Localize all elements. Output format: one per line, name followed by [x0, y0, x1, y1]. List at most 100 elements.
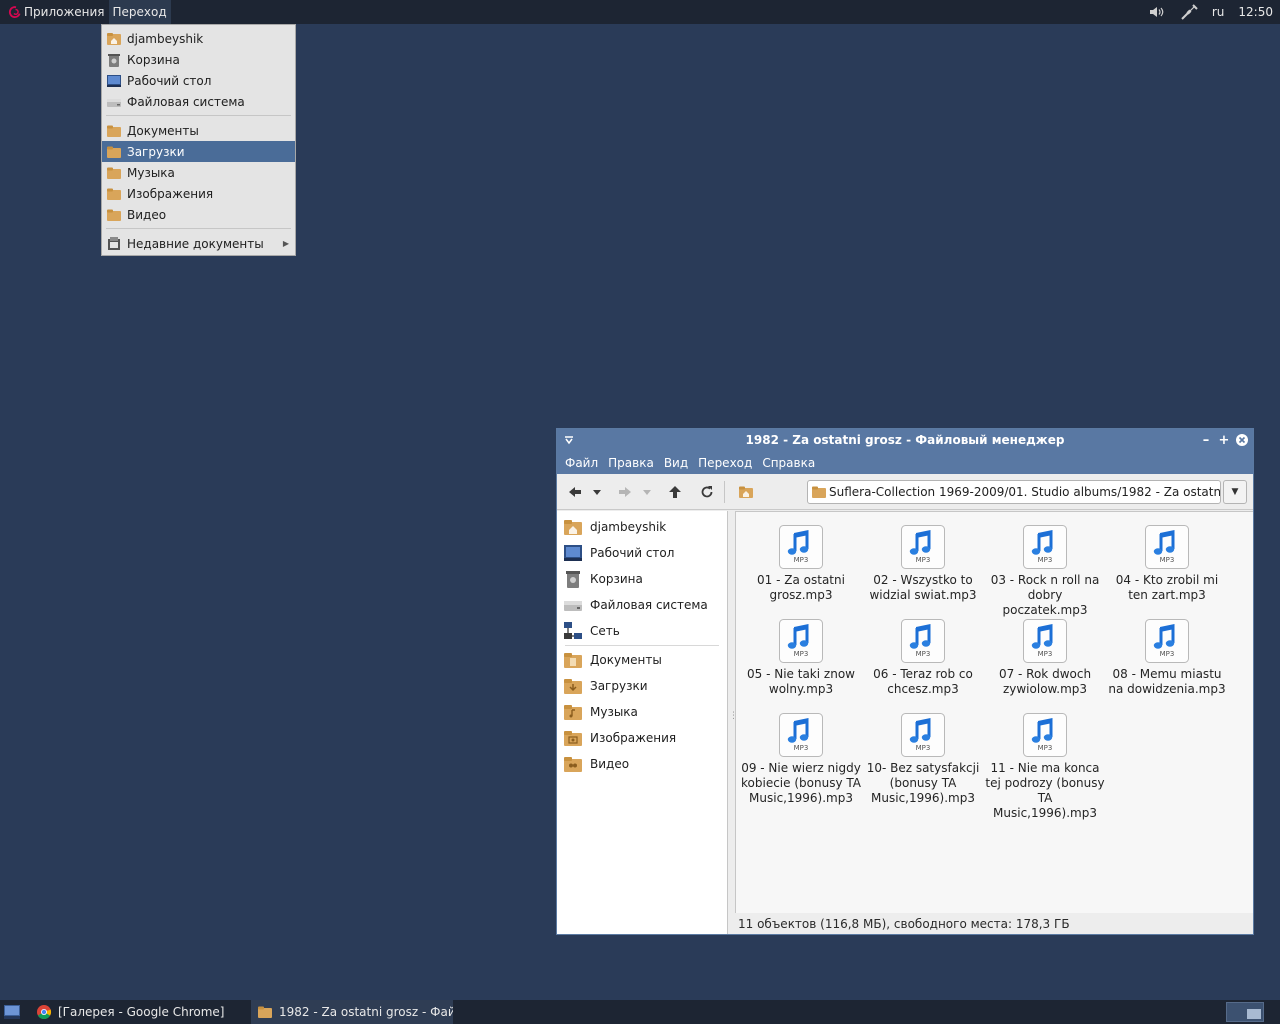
file-item[interactable]: MP3 03 - Rock n roll na dobry poczatek.mp…	[984, 524, 1106, 618]
window-titlebar[interactable]: 1982 - Za ostatni grosz - Файловый менед…	[557, 429, 1253, 451]
places-item-label: Недавние документы	[127, 236, 264, 251]
chevron-down-icon	[593, 489, 601, 495]
menu-go[interactable]: Переход	[693, 456, 757, 470]
places-item-documents[interactable]: Документы	[102, 120, 295, 141]
places-menu-button[interactable]: Переход	[108, 0, 171, 24]
mp3-label: MP3	[793, 556, 809, 564]
places-item-recent-documents[interactable]: Недавние документы ▶	[102, 233, 295, 254]
places-item-label: Изображения	[127, 186, 214, 201]
places-item-trash[interactable]: Корзина	[102, 49, 295, 70]
sidebar-item-network[interactable]: Сеть	[557, 618, 727, 644]
sidebar-item-downloads[interactable]: Загрузки	[557, 673, 727, 699]
minimize-button[interactable]: –	[1198, 432, 1214, 448]
pictures-folder-icon	[564, 731, 582, 746]
sidebar-item-videos[interactable]: Видео	[557, 751, 727, 777]
places-item-pictures[interactable]: Изображения	[102, 183, 295, 204]
places-item-label: djambeyshik	[127, 31, 204, 46]
mp3-label: MP3	[1037, 556, 1053, 564]
statusbar: 11 объектов (116,8 МБ), свободного места…	[735, 913, 1253, 934]
menu-edit[interactable]: Правка	[603, 456, 659, 470]
close-button[interactable]	[1234, 432, 1250, 448]
file-item[interactable]: MP3 08 - Memu miastu na dowidzenia.mp3	[1106, 618, 1228, 697]
file-item[interactable]: MP3 02 - Wszystko to widzial swiat.mp3	[862, 524, 984, 603]
file-view: MP3 01 - Za ostatni grosz.mp3 MP3 02 - Wszy…	[735, 511, 1253, 913]
bottom-taskbar: [Галерея - Google Chrome] 1982 - Za osta…	[0, 1000, 1280, 1024]
sidebar-item-desktop[interactable]: Рабочий стол	[557, 540, 727, 566]
places-item-filesystem[interactable]: Файловая система	[102, 91, 295, 112]
reload-button[interactable]	[694, 479, 720, 505]
file-item[interactable]: MP3 05 - Nie taki znow wolny.mp3	[740, 618, 862, 697]
sidebar-item-label: djambeyshik	[590, 520, 667, 534]
filesystem-icon	[564, 601, 582, 611]
mp3-label: MP3	[1037, 744, 1053, 752]
menu-separator	[106, 228, 291, 229]
mp3-label: MP3	[915, 556, 931, 564]
sidebar-item-pictures[interactable]: Изображения	[557, 725, 727, 751]
mp3-label: MP3	[1037, 650, 1053, 658]
keyboard-layout-indicator[interactable]: ru	[1205, 0, 1232, 24]
task-file-manager[interactable]: 1982 - Za ostatni grosz - Файл...	[251, 1000, 453, 1024]
sidebar-item-music[interactable]: Музыка	[557, 699, 727, 725]
file-name: 06 - Teraz rob co chcesz.mp3	[873, 667, 973, 696]
sidebar-item-label: Видео	[590, 757, 630, 771]
file-item[interactable]: MP3 09 - Nie wierz nigdy kobiecie (bonusy…	[740, 712, 862, 806]
places-item-label: Документы	[127, 123, 199, 138]
workspace-window-thumbnail	[1247, 1009, 1261, 1019]
sidebar-item-label: Файловая система	[590, 598, 708, 612]
trash-icon	[108, 53, 120, 67]
clock[interactable]: 12:50	[1231, 0, 1280, 24]
clock-label: 12:50	[1238, 5, 1273, 19]
file-item[interactable]: MP3 04 - Kto zrobil mi ten zart.mp3	[1106, 524, 1228, 603]
show-desktop-button[interactable]	[0, 1000, 24, 1024]
home-folder-icon	[107, 32, 121, 45]
file-item[interactable]: MP3 06 - Teraz rob co chcesz.mp3	[862, 618, 984, 697]
file-item[interactable]: MP3 10- Bez satysfakcji (bonusy TA Music,…	[862, 712, 984, 806]
places-item-label: Корзина	[127, 52, 180, 67]
maximize-button[interactable]: +	[1216, 432, 1232, 448]
location-path-text: Suflera-Collection 1969-2009/01. Studio …	[829, 485, 1221, 499]
sidebar-item-filesystem[interactable]: Файловая система	[557, 592, 727, 618]
network-button[interactable]	[1173, 0, 1205, 24]
desktop-icon	[564, 545, 582, 561]
location-pathbar[interactable]: Suflera-Collection 1969-2009/01. Studio …	[807, 480, 1221, 504]
filesystem-icon	[107, 98, 121, 107]
applications-menu-label: Приложения	[24, 5, 105, 19]
file-item[interactable]: MP3 07 - Rok dwoch zywiolow.mp3	[984, 618, 1106, 697]
back-arrow-icon	[569, 486, 581, 497]
volume-button[interactable]	[1141, 0, 1173, 24]
forward-button[interactable]	[612, 479, 638, 505]
workspace-pager[interactable]	[1226, 1002, 1264, 1022]
places-item-videos[interactable]: Видео	[102, 204, 295, 225]
debian-logo-icon	[8, 6, 21, 18]
file-name: 01 - Za ostatni grosz.mp3	[757, 573, 845, 602]
applications-menu-button[interactable]: Приложения	[0, 0, 109, 24]
places-item-label: Файловая система	[127, 94, 245, 109]
places-item-home[interactable]: djambeyshik	[102, 28, 295, 49]
sidebar-item-home[interactable]: djambeyshik	[557, 514, 727, 540]
menu-file[interactable]: Файл	[560, 456, 603, 470]
reload-icon	[701, 485, 713, 497]
back-button[interactable]	[562, 479, 588, 505]
file-name: 09 - Nie wierz nigdy kobiecie (bonusy TA…	[741, 761, 861, 805]
sidebar-item-trash[interactable]: Корзина	[557, 566, 727, 592]
forward-arrow-icon	[619, 486, 631, 497]
menu-view[interactable]: Вид	[659, 456, 693, 470]
file-item[interactable]: MP3 11 - Nie ma konca tej podrozy (bonusy…	[984, 712, 1106, 821]
chevron-down-icon: ▼	[1231, 487, 1239, 497]
up-button[interactable]	[662, 479, 688, 505]
places-item-music[interactable]: Музыка	[102, 162, 295, 183]
places-item-downloads[interactable]: Загрузки	[102, 141, 295, 162]
sidebar-item-documents[interactable]: Документы	[557, 647, 727, 673]
sidebar-item-label: Загрузки	[590, 679, 648, 693]
menu-separator	[106, 115, 291, 116]
mp3-label: MP3	[793, 650, 809, 658]
menu-help[interactable]: Справка	[757, 456, 820, 470]
back-history-button[interactable]	[588, 479, 606, 505]
places-item-desktop[interactable]: Рабочий стол	[102, 70, 295, 91]
forward-history-button[interactable]	[638, 479, 656, 505]
file-item[interactable]: MP3 01 - Za ostatni grosz.mp3	[740, 524, 862, 603]
task-chrome[interactable]: [Галерея - Google Chrome]	[30, 1000, 228, 1024]
home-button[interactable]	[733, 479, 759, 505]
task-label: [Галерея - Google Chrome]	[58, 1005, 225, 1019]
location-history-button[interactable]: ▼	[1223, 480, 1247, 504]
